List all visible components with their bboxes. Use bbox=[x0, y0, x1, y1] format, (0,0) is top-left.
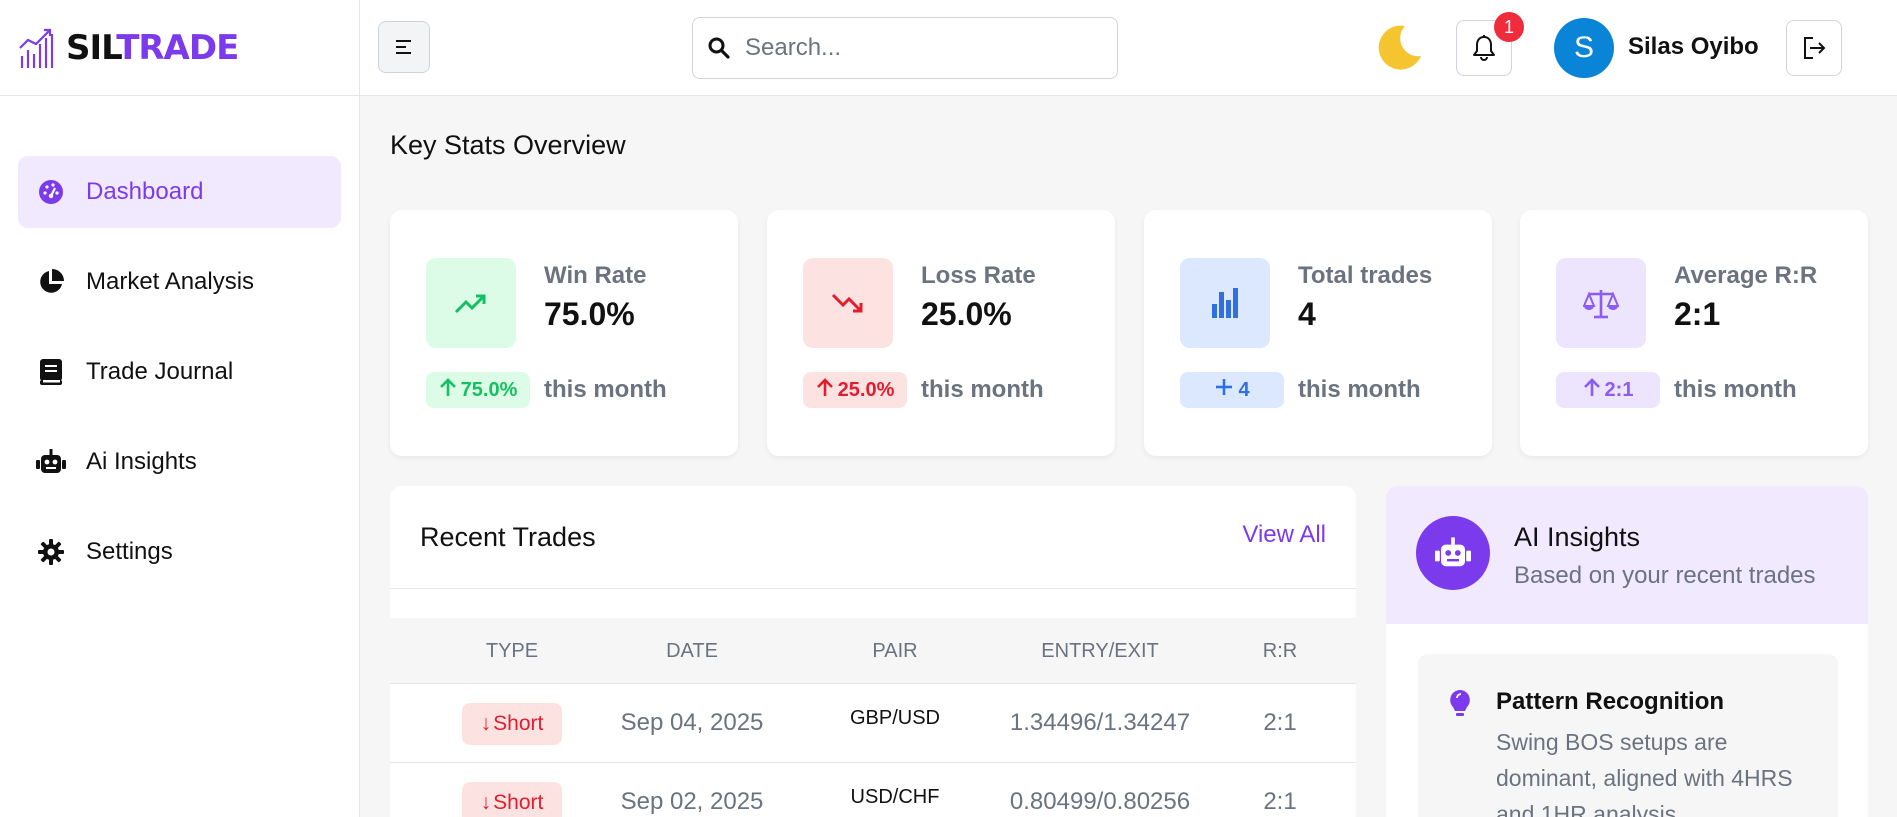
table-header: TYPE DATE PAIR ENTRY/EXIT R:R bbox=[390, 618, 1356, 684]
robot-icon bbox=[36, 447, 66, 477]
stat-period: this month bbox=[921, 376, 1044, 403]
search-icon bbox=[708, 37, 730, 59]
theme-toggle-moon-icon[interactable] bbox=[1375, 22, 1425, 77]
stat-card-win-rate: Win Rate 75.0% 75.0% this month bbox=[390, 210, 738, 456]
arrow-up-icon bbox=[1583, 377, 1601, 403]
stat-label: Total trades bbox=[1298, 262, 1433, 289]
stat-period: this month bbox=[1674, 376, 1797, 403]
insight-body: Swing BOS setups are dominant, aligned w… bbox=[1496, 729, 1793, 817]
stat-period: this month bbox=[1298, 376, 1421, 403]
user-name: Silas Oyibo bbox=[1628, 33, 1759, 60]
trade-pair: GBP/USD bbox=[849, 707, 941, 729]
arrow-up-icon bbox=[816, 377, 834, 403]
lightbulb-icon bbox=[1448, 688, 1472, 725]
top-header: 1 S Silas Oyibo bbox=[360, 0, 1897, 96]
trade-entry-exit: 0.80499/0.80256 bbox=[1009, 788, 1191, 815]
brand-logo[interactable]: SILTRADE bbox=[0, 0, 359, 96]
trade-rr: 2:1 bbox=[1263, 788, 1297, 815]
stat-card-loss-rate: Loss Rate 25.0% 25.0% this month bbox=[767, 210, 1115, 456]
trade-type-badge: ↓ Short bbox=[462, 782, 562, 817]
table-row[interactable]: ↓ Short Sep 04, 2025 GBP/USD 1.34496/1.34… bbox=[390, 685, 1356, 763]
ai-insights-header: AI Insights Based on your recent trades bbox=[1386, 486, 1868, 624]
recent-trades-panel: Recent Trades View All TYPE DATE PAIR EN… bbox=[390, 486, 1356, 817]
sidebar-item-label: Ai Insights bbox=[86, 448, 197, 475]
stat-label: Average R:R bbox=[1674, 262, 1818, 289]
arrow-down-icon: ↓ bbox=[480, 712, 492, 735]
sidebar-item-label: Settings bbox=[86, 538, 173, 565]
column-header-type[interactable]: TYPE bbox=[462, 640, 562, 663]
pie-chart-icon bbox=[36, 267, 66, 297]
sidebar-item-dashboard[interactable]: Dashboard bbox=[18, 156, 341, 228]
stat-label: Loss Rate bbox=[921, 262, 1036, 289]
insight-title: Pattern Recognition bbox=[1496, 688, 1725, 715]
sidebar-nav: Dashboard Market Analysis Trade Journal … bbox=[0, 96, 359, 588]
logout-icon bbox=[1804, 37, 1826, 59]
ai-insights-panel: AI Insights Based on your recent trades … bbox=[1386, 486, 1868, 817]
trade-date: Sep 04, 2025 bbox=[620, 709, 764, 736]
column-header-rr[interactable]: R:R bbox=[1240, 640, 1320, 663]
stat-card-average-rr: Average R:R 2:1 2:1 this month bbox=[1520, 210, 1868, 456]
table-row[interactable]: ↓ Short Sep 02, 2025 USD/CHF 0.80499/0.80… bbox=[390, 764, 1356, 817]
recent-trades-title: Recent Trades bbox=[420, 522, 596, 552]
insight-card: Pattern Recognition Swing BOS setups are… bbox=[1418, 654, 1838, 817]
ai-insights-title: AI Insights bbox=[1514, 522, 1641, 552]
scale-icon bbox=[1556, 258, 1646, 348]
sidebar-item-ai-insights[interactable]: Ai Insights bbox=[18, 426, 341, 498]
avatar[interactable]: S bbox=[1554, 18, 1614, 78]
bar-chart-icon bbox=[1180, 258, 1270, 348]
sidebar: SILTRADE Dashboard Market Analysis Trade… bbox=[0, 0, 360, 817]
logout-button[interactable] bbox=[1786, 20, 1842, 76]
chart-logo-icon bbox=[19, 28, 54, 68]
trending-up-icon bbox=[426, 258, 516, 348]
stat-card-total-trades: Total trades 4 4 this month bbox=[1144, 210, 1492, 456]
plus-icon bbox=[1214, 377, 1234, 403]
stat-value: 2:1 bbox=[1674, 296, 1721, 332]
stat-value: 75.0% bbox=[544, 296, 635, 332]
gauge-icon bbox=[36, 177, 66, 207]
ai-insights-subtitle: Based on your recent trades bbox=[1514, 562, 1816, 589]
trending-down-icon bbox=[803, 258, 893, 348]
stat-change-chip: 2:1 bbox=[1556, 372, 1660, 408]
trade-entry-exit: 1.34496/1.34247 bbox=[1009, 709, 1191, 736]
menu-icon bbox=[396, 40, 411, 54]
sidebar-item-market-analysis[interactable]: Market Analysis bbox=[18, 246, 341, 318]
column-header-date[interactable]: DATE bbox=[602, 640, 782, 663]
robot-icon bbox=[1416, 516, 1490, 590]
search-box[interactable] bbox=[692, 17, 1118, 79]
book-icon bbox=[36, 357, 66, 387]
divider bbox=[390, 588, 1356, 589]
arrow-up-icon bbox=[439, 377, 457, 403]
sidebar-item-label: Dashboard bbox=[86, 178, 204, 205]
page-title: Key Stats Overview bbox=[390, 130, 626, 160]
stat-change-chip: 4 bbox=[1180, 372, 1284, 408]
trade-type-badge: ↓ Short bbox=[462, 703, 562, 745]
gear-icon bbox=[36, 537, 66, 567]
menu-toggle-button[interactable] bbox=[378, 21, 430, 73]
notification-count-badge: 1 bbox=[1494, 12, 1524, 42]
column-header-entry-exit[interactable]: ENTRY/EXIT bbox=[990, 640, 1210, 663]
view-all-link[interactable]: View All bbox=[1242, 521, 1326, 549]
sidebar-item-label: Trade Journal bbox=[86, 358, 234, 385]
trade-rr: 2:1 bbox=[1263, 709, 1297, 736]
bell-icon bbox=[1473, 35, 1495, 61]
trade-pair: USD/CHF bbox=[850, 786, 940, 808]
sidebar-item-label: Market Analysis bbox=[86, 268, 255, 295]
stat-change-chip: 75.0% bbox=[426, 372, 530, 408]
arrow-down-icon: ↓ bbox=[480, 791, 492, 814]
stat-label: Win Rate bbox=[544, 262, 647, 289]
stat-value: 4 bbox=[1298, 296, 1316, 332]
sidebar-item-settings[interactable]: Settings bbox=[18, 516, 341, 588]
stat-change-chip: 25.0% bbox=[803, 372, 907, 408]
brand-name: SILTRADE bbox=[66, 27, 239, 68]
sidebar-item-trade-journal[interactable]: Trade Journal bbox=[18, 336, 341, 408]
trade-date: Sep 02, 2025 bbox=[620, 788, 764, 815]
stat-value: 25.0% bbox=[921, 296, 1012, 332]
stat-period: this month bbox=[544, 376, 667, 403]
search-input[interactable] bbox=[745, 34, 1085, 62]
column-header-pair[interactable]: PAIR bbox=[825, 640, 965, 663]
